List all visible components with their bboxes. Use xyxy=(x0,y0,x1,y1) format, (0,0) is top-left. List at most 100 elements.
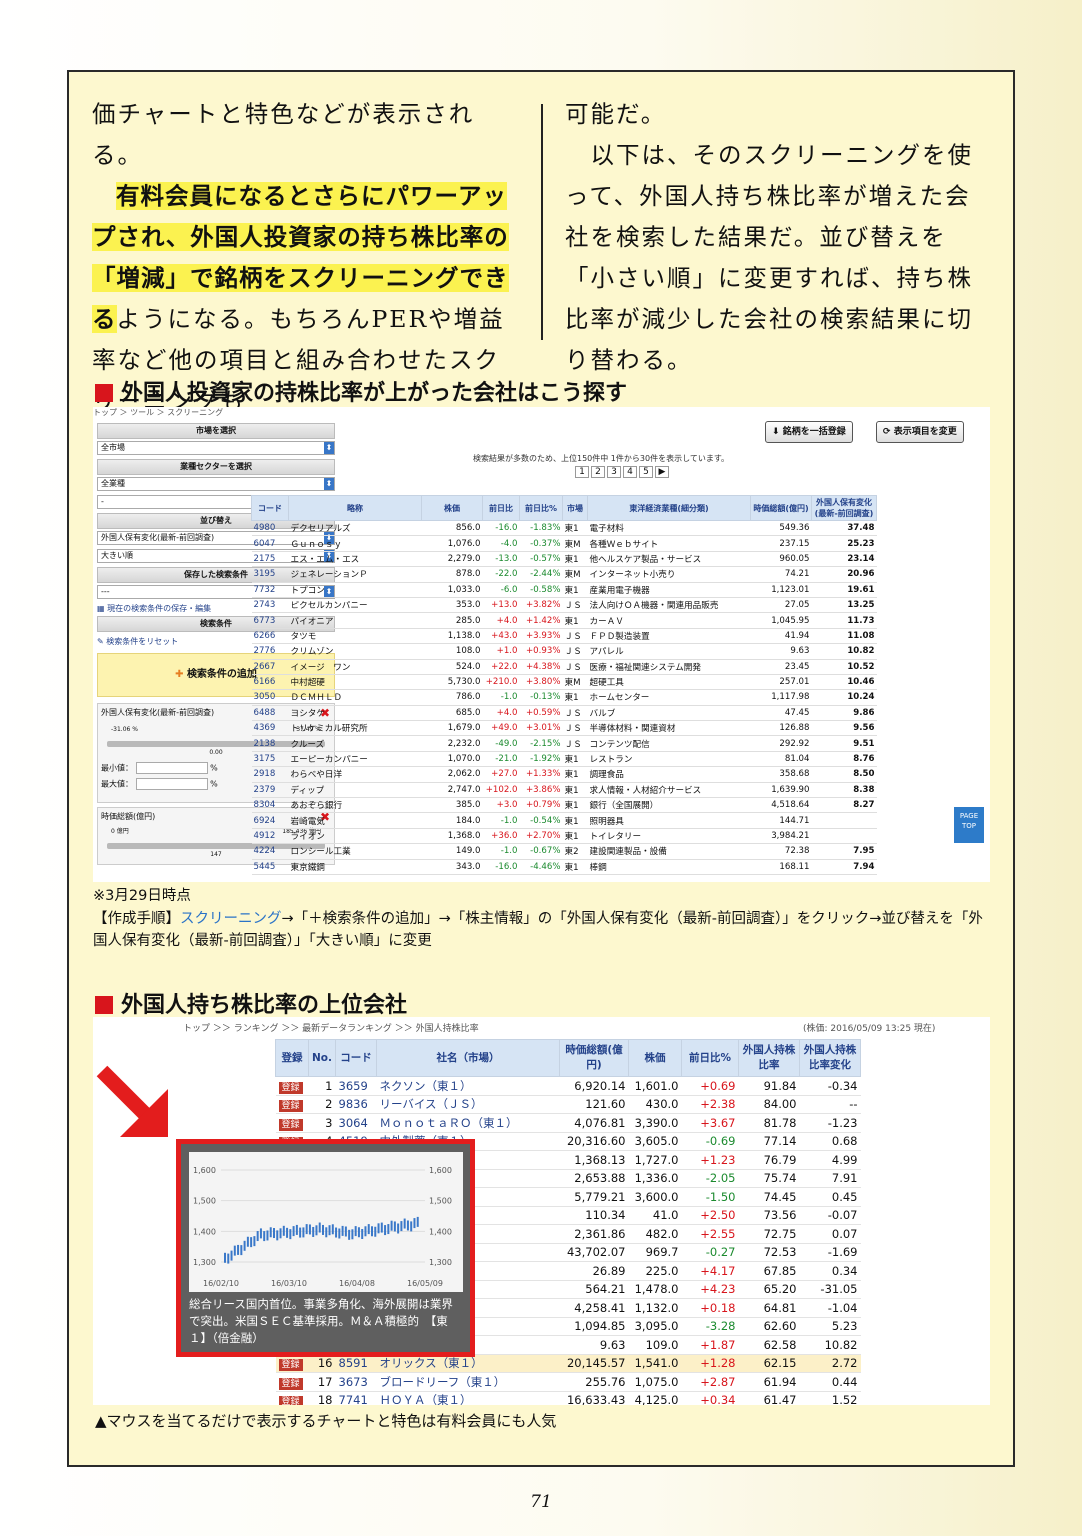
table-cell[interactable]: 2379 xyxy=(251,782,289,799)
page-link[interactable]: 2 xyxy=(591,466,605,478)
sector-select[interactable]: 全業種 xyxy=(97,477,335,491)
column-header[interactable]: No. xyxy=(308,1039,336,1077)
company-name[interactable]: ピクセルカンパニー xyxy=(288,597,422,614)
column-header[interactable]: コード xyxy=(335,1039,377,1077)
company-name[interactable]: ＨＯＹＡ（東１） xyxy=(376,1391,560,1405)
table-cell[interactable]: 6166 xyxy=(251,674,289,691)
company-name[interactable]: ロンシール工業 xyxy=(288,843,422,860)
screening-link[interactable]: スクリーニング xyxy=(180,911,282,927)
register-button[interactable]: 登録 xyxy=(278,1377,303,1390)
page-link[interactable]: ▶ xyxy=(655,466,669,478)
table-row[interactable]: 2667 イメージ ワン 524.0 +22.0 +4.38% ＪＳ 医療・福祉関連システム… xyxy=(251,659,877,675)
company-name[interactable]: トプコン xyxy=(288,582,422,598)
company-name[interactable]: 東京鐵鋼 xyxy=(288,859,422,875)
table-cell[interactable]: 2776 xyxy=(251,643,289,660)
table-cell[interactable]: 7741 xyxy=(335,1391,377,1405)
table-row[interactable]: 登録 17 3673 ブロードリーフ（東１） 255.76 1,075.0 +2.87 61.… xyxy=(275,1372,861,1392)
register-button[interactable]: 登録 xyxy=(278,1396,303,1405)
company-name[interactable]: あおぞら銀行 xyxy=(288,797,422,814)
min-input[interactable] xyxy=(135,762,208,774)
table-row[interactable]: 登録 1 3659 ネクソン（東１） 6,920.14 1,601.0 +0.69 91.84… xyxy=(275,1076,861,1096)
bulk-register-button[interactable]: ⬇ 銘柄を一括登録 xyxy=(765,421,853,443)
company-name[interactable]: イメージ ワン xyxy=(288,659,422,675)
table-cell[interactable]: 3064 xyxy=(335,1113,377,1133)
table-row[interactable]: 4224 ロンシール工業 149.0 -1.0 -0.67% 東2 建設関連製品・設備 72.… xyxy=(251,843,877,860)
table-row[interactable]: 登録 3 3064 ＭｏｎｏｔａＲＯ（東１） 4,076.81 3,390.0 +3.67 8… xyxy=(275,1113,861,1133)
company-name[interactable]: タツモ xyxy=(288,628,422,645)
table-row[interactable]: 7732 トプコン 1,033.0 -6.0 -0.58% 東1 産業用電子機器 1,123.… xyxy=(251,582,877,598)
table-cell[interactable]: 3195 xyxy=(251,566,289,583)
page-link[interactable]: 4 xyxy=(623,466,637,478)
company-name[interactable]: わらべや日洋 xyxy=(288,766,422,783)
company-name[interactable]: 岩崎電気 xyxy=(288,812,422,829)
column-header[interactable]: 時価総額(億円) xyxy=(750,495,812,521)
company-name[interactable]: トリケミカル研究所 xyxy=(288,720,422,737)
table-row[interactable]: 4369 トリケミカル研究所 1,679.0 +49.0 +3.01% ＪＳ 半導体材料・関… xyxy=(251,720,877,737)
table-cell[interactable]: 2667 xyxy=(251,659,289,675)
company-name[interactable]: Ｇｕｎｏｓｙ xyxy=(288,535,422,552)
page-link[interactable]: 3 xyxy=(607,466,621,478)
company-name[interactable]: クリムゾン xyxy=(288,643,422,660)
column-header[interactable]: 東洋経済業種(細分類) xyxy=(587,495,751,521)
column-header[interactable]: 登録 xyxy=(275,1039,309,1077)
table-row[interactable]: 3195 ジェネレーションＰ 878.0 -22.0 -2.44% 東M インターネット小売… xyxy=(251,566,877,583)
company-name[interactable]: ライオン xyxy=(288,828,422,845)
change-display-button[interactable]: ⟳ 表示項目を変更 xyxy=(876,421,964,443)
table-row[interactable]: 8304 あおぞら銀行 385.0 +3.0 +0.79% 東1 銀行（全国展開） 4,518… xyxy=(251,797,877,814)
table-cell[interactable]: 3673 xyxy=(335,1372,377,1392)
company-name[interactable]: ブロードリーフ（東１） xyxy=(376,1372,560,1392)
company-name[interactable]: 中村超硬 xyxy=(288,674,422,691)
table-row[interactable]: 3175 エーピーカンパニー 1,070.0 -21.0 -1.92% 東1 レストラン 81… xyxy=(251,751,877,768)
column-header[interactable]: 前日比% xyxy=(681,1039,739,1077)
company-name[interactable]: パイオニア xyxy=(288,612,422,629)
table-cell[interactable]: 6488 xyxy=(251,705,289,722)
register-button[interactable]: 登録 xyxy=(278,1359,303,1372)
table-row[interactable]: 2776 クリムゾン 108.0 +1.0 +0.93% ＪＳ アパレル 9.63 10.82 xyxy=(251,643,877,660)
table-row[interactable]: 2175 エス・エム・エス 2,279.0 -13.0 -0.57% 東1 他ヘルスケア製品… xyxy=(251,551,877,568)
table-cell[interactable]: 6773 xyxy=(251,612,289,629)
table-row[interactable]: 4980 デクセリアルズ 856.0 -16.0 -1.83% 東1 電子材料 549.36 3… xyxy=(251,520,877,537)
company-name[interactable]: リーバイス（ＪＳ） xyxy=(376,1095,560,1114)
column-header[interactable]: 株価 xyxy=(628,1039,682,1077)
company-name[interactable]: ネクソン（東１） xyxy=(376,1076,560,1096)
company-name[interactable]: ジェネレーションＰ xyxy=(288,566,422,583)
company-name[interactable]: ディップ xyxy=(288,782,422,799)
company-name[interactable]: ＤＣＭＨＬＤ xyxy=(288,689,422,706)
table-row[interactable]: 2379 ディップ 2,747.0 +102.0 +3.86% 東1 求人情報・人材紹介サー… xyxy=(251,782,877,799)
table-cell[interactable]: 3175 xyxy=(251,751,289,768)
table-row[interactable]: 6166 中村超硬 5,730.0 +210.0 +3.80% 東M 超硬工具 257.01 1… xyxy=(251,674,877,691)
table-cell[interactable]: 2918 xyxy=(251,766,289,783)
table-row[interactable]: 3050 ＤＣＭＨＬＤ 786.0 -1.0 -0.13% 東1 ホームセンター 1,117.… xyxy=(251,689,877,706)
company-name[interactable]: デクセリアルズ xyxy=(288,520,422,537)
table-row[interactable]: 6924 岩崎電気 184.0 -1.0 -0.54% 東1 照明器具 144.71 xyxy=(251,812,877,829)
page-top-button[interactable]: PAGE TOP xyxy=(954,807,984,843)
table-row[interactable]: 6773 パイオニア 285.0 +4.0 +1.42% 東1 カーＡＶ 1,045.95 11… xyxy=(251,612,877,629)
table-cell[interactable]: 6266 xyxy=(251,628,289,645)
table-cell[interactable]: 9836 xyxy=(335,1095,377,1114)
table-row[interactable]: 5445 東京鐵鋼 343.0 -16.0 -4.46% 東1 棒鋼 168.11 7.94 xyxy=(251,859,877,875)
column-header[interactable]: 市場 xyxy=(562,495,588,521)
table-cell[interactable]: 2743 xyxy=(251,597,289,614)
register-button[interactable]: 登録 xyxy=(278,1081,303,1094)
table-row[interactable]: 2138 クルーズ 2,232.0 -49.0 -2.15% ＪＳ コンテンツ配信 292.9… xyxy=(251,735,877,752)
page-link[interactable]: 5 xyxy=(639,466,653,478)
table-cell[interactable]: 6047 xyxy=(251,535,289,552)
table-row[interactable]: 2743 ピクセルカンパニー 353.0 +13.0 +3.82% ＪＳ 法人向けＯＡ機器・… xyxy=(251,597,877,614)
table-row[interactable]: 登録 18 7741 ＨＯＹＡ（東１） 16,633.43 4,125.0 +0.34 61.… xyxy=(275,1391,861,1405)
column-header[interactable]: コード xyxy=(251,495,289,521)
company-name[interactable]: ＭｏｎｏｔａＲＯ（東１） xyxy=(376,1113,560,1133)
table-cell[interactable]: 4912 xyxy=(251,828,289,845)
company-name[interactable]: ヨシタケ xyxy=(288,705,422,722)
column-header[interactable]: 外国人持株比率変化 xyxy=(799,1039,861,1077)
table-cell[interactable]: 4224 xyxy=(251,843,289,860)
table-cell[interactable]: 8304 xyxy=(251,797,289,814)
column-header[interactable]: 社名（市場） xyxy=(376,1039,560,1077)
table-row[interactable]: 4912 ライオン 1,368.0 +36.0 +2.70% 東1 トイレタリー 3,984.… xyxy=(251,828,877,845)
column-header[interactable]: 時価総額(億円) xyxy=(559,1039,629,1077)
page-link[interactable]: 1 xyxy=(575,466,589,478)
column-header[interactable]: 略称 xyxy=(288,495,422,521)
max-input[interactable] xyxy=(135,778,208,790)
table-cell[interactable]: 6924 xyxy=(251,812,289,829)
column-header[interactable]: 前日比 xyxy=(482,495,520,521)
table-cell[interactable]: 2138 xyxy=(251,735,289,752)
